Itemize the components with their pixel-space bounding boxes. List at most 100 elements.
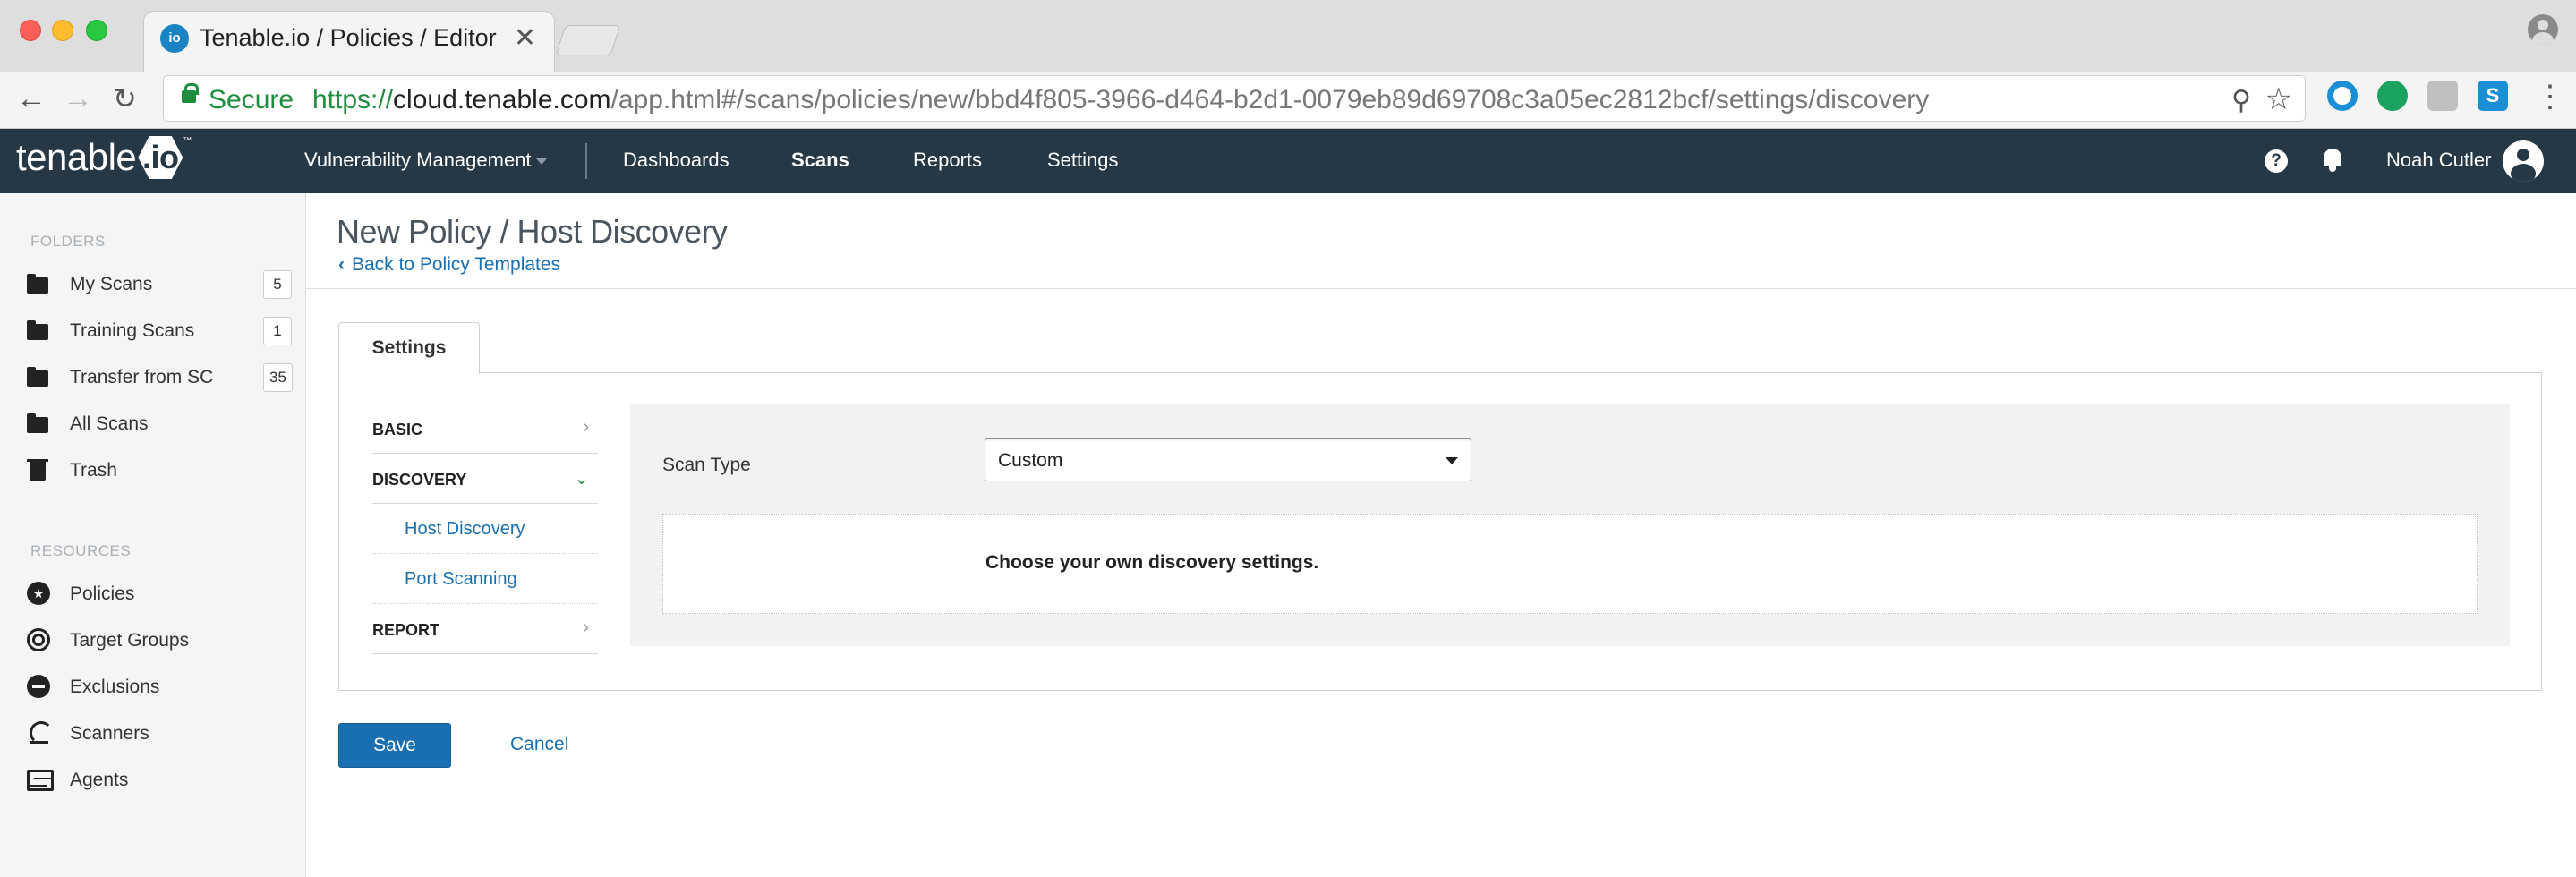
- chevron-right-icon: ›: [583, 617, 589, 637]
- sidebar-item-label: Exclusions: [70, 677, 160, 697]
- logo-text: tenable: [16, 136, 137, 178]
- tab-settings[interactable]: Settings: [338, 322, 480, 374]
- sidebar-item-label: Target Groups: [70, 630, 190, 651]
- sidebar-item-label: My Scans: [70, 274, 153, 294]
- settings-nav-label: REPORT: [372, 621, 440, 639]
- settings-nav-report[interactable]: REPORT ›: [372, 605, 598, 654]
- user-name[interactable]: Noah Cutler: [2386, 149, 2491, 172]
- url-scheme: https://: [312, 85, 394, 115]
- chevron-down-icon[interactable]: [535, 158, 548, 165]
- browser-profile-icon[interactable]: [2528, 14, 2558, 45]
- back-to-policy-templates-link[interactable]: ‹ Back to Policy Templates: [338, 254, 560, 276]
- sidebar-item-label: Training Scans: [70, 320, 195, 341]
- sidebar-item-agents[interactable]: Agents: [27, 762, 299, 798]
- nav-scans[interactable]: Scans: [791, 149, 849, 172]
- url-host: cloud.tenable.com: [393, 85, 611, 115]
- settings-nav-label: DISCOVERY: [372, 471, 467, 489]
- browser-tab-strip: io Tenable.io / Policies / Editor ✕: [0, 0, 2576, 72]
- nav-divider: [585, 143, 587, 179]
- sidebar-item-all-scans[interactable]: All Scans: [27, 406, 299, 442]
- scan-type-select[interactable]: Custom: [985, 438, 1471, 481]
- sidebar-item-scanners[interactable]: Scanners: [27, 716, 299, 752]
- back-arrow-icon[interactable]: ←: [16, 81, 47, 116]
- extension-s-icon[interactable]: S: [2478, 81, 2508, 111]
- settings-nav-basic[interactable]: BASIC ›: [372, 404, 598, 454]
- target-icon: [27, 628, 50, 651]
- sidebar-item-training-scans[interactable]: Training Scans 1: [27, 313, 299, 349]
- nav-settings[interactable]: Settings: [1047, 149, 1119, 172]
- chevron-down-icon: ⌄: [574, 469, 589, 489]
- sidebar-item-label: All Scans: [70, 413, 149, 434]
- scan-count-badge: 1: [263, 317, 292, 345]
- agent-monitor-icon: [27, 770, 54, 791]
- scan-count-badge: 5: [263, 270, 292, 299]
- zoom-magnifier-icon[interactable]: ⚲: [2231, 85, 2251, 116]
- folder-icon: [27, 413, 48, 433]
- settings-nav-host-discovery[interactable]: Host Discovery: [372, 505, 598, 554]
- folder-icon: [27, 367, 48, 387]
- trash-icon: [27, 459, 48, 481]
- sidebar-item-label: Trash: [70, 460, 117, 481]
- dropdown-caret-icon: [1446, 457, 1458, 464]
- notifications-bell-icon[interactable]: [2322, 147, 2343, 174]
- user-avatar-icon[interactable]: [2503, 140, 2544, 182]
- settings-nav-port-scanning[interactable]: Port Scanning: [372, 555, 598, 604]
- close-tab-icon[interactable]: ✕: [514, 22, 536, 54]
- policy-shield-icon: ★: [27, 582, 50, 605]
- sidebar-item-trash[interactable]: Trash: [27, 453, 299, 489]
- window-minimize-button[interactable]: [52, 20, 73, 41]
- tenable-logo[interactable]: tenable .io ™: [16, 136, 192, 179]
- folders-heading: FOLDERS: [30, 233, 106, 250]
- chevron-left-icon: ‹: [338, 254, 345, 275]
- secure-label: Secure: [209, 85, 294, 115]
- browser-tab-active[interactable]: io Tenable.io / Policies / Editor ✕: [143, 11, 555, 72]
- url-text[interactable]: https://cloud.tenable.com/app.html#/scan…: [312, 85, 1929, 115]
- settings-subnav-label: Host Discovery: [405, 519, 525, 539]
- url-path: /app.html#/scans/policies/new/bbd4f805-3…: [610, 85, 1930, 115]
- folder-icon: [27, 320, 48, 340]
- lock-icon: [182, 83, 199, 103]
- sidebar-item-transfer-from-sc[interactable]: Transfer from SC 35: [27, 360, 299, 396]
- sidebar-item-label: Scanners: [70, 723, 149, 744]
- header-divider: [306, 288, 2576, 289]
- sidebar-item-label: Policies: [70, 583, 135, 604]
- browser-tab-title: Tenable.io / Policies / Editor: [200, 24, 497, 51]
- browser-menu-icon[interactable]: ⋮: [2535, 79, 2565, 115]
- sidebar-item-policies[interactable]: ★ Policies: [27, 576, 299, 612]
- scan-count-badge: 35: [263, 363, 293, 392]
- window-close-button[interactable]: [20, 20, 41, 41]
- app-header: tenable .io ™ Vulnerability Management Das…: [0, 129, 2576, 193]
- logo-trademark: ™: [183, 136, 192, 146]
- nav-dashboards[interactable]: Dashboards: [623, 149, 729, 172]
- sidebar-item-target-groups[interactable]: Target Groups: [27, 623, 299, 659]
- scan-type-description: Choose your own discovery settings.: [985, 552, 1319, 573]
- tenable-favicon-icon: io: [160, 24, 189, 53]
- extension-gray-icon[interactable]: [2427, 81, 2458, 111]
- settings-nav-discovery[interactable]: DISCOVERY ⌄: [372, 455, 598, 504]
- folder-icon: [27, 274, 48, 294]
- resources-heading: RESOURCES: [30, 542, 132, 559]
- extension-circle-icon[interactable]: [2327, 81, 2358, 111]
- sidebar-item-exclusions[interactable]: Exclusions: [27, 669, 299, 705]
- extension-grammarly-icon[interactable]: [2377, 81, 2408, 111]
- scan-type-description-box: Choose your own discovery settings.: [662, 514, 2478, 614]
- scanner-icon: [27, 719, 53, 745]
- nav-reports[interactable]: Reports: [913, 149, 982, 172]
- address-bar[interactable]: Secure https://cloud.tenable.com/app.htm…: [163, 75, 2306, 122]
- back-link-label: Back to Policy Templates: [352, 254, 561, 275]
- window-maximize-button[interactable]: [86, 20, 107, 41]
- save-button[interactable]: Save: [338, 723, 451, 768]
- nav-vulnerability-management[interactable]: Vulnerability Management: [304, 149, 532, 172]
- browser-toolbar: ← → ↻ Secure https://cloud.tenable.com/a…: [0, 72, 2576, 129]
- reload-icon[interactable]: ↻: [113, 81, 137, 116]
- help-icon[interactable]: ?: [2265, 149, 2288, 173]
- new-tab-button[interactable]: [555, 25, 621, 55]
- sidebar-item-my-scans[interactable]: My Scans 5: [27, 267, 299, 302]
- page-title: New Policy / Host Discovery: [337, 213, 728, 250]
- forward-arrow-icon[interactable]: →: [63, 81, 93, 116]
- cancel-link[interactable]: Cancel: [510, 734, 568, 755]
- sidebar-item-label: Transfer from SC: [70, 367, 214, 387]
- exclusion-icon: [27, 675, 50, 698]
- bookmark-star-icon[interactable]: ☆: [2265, 81, 2292, 117]
- settings-subnav-label: Port Scanning: [405, 569, 517, 589]
